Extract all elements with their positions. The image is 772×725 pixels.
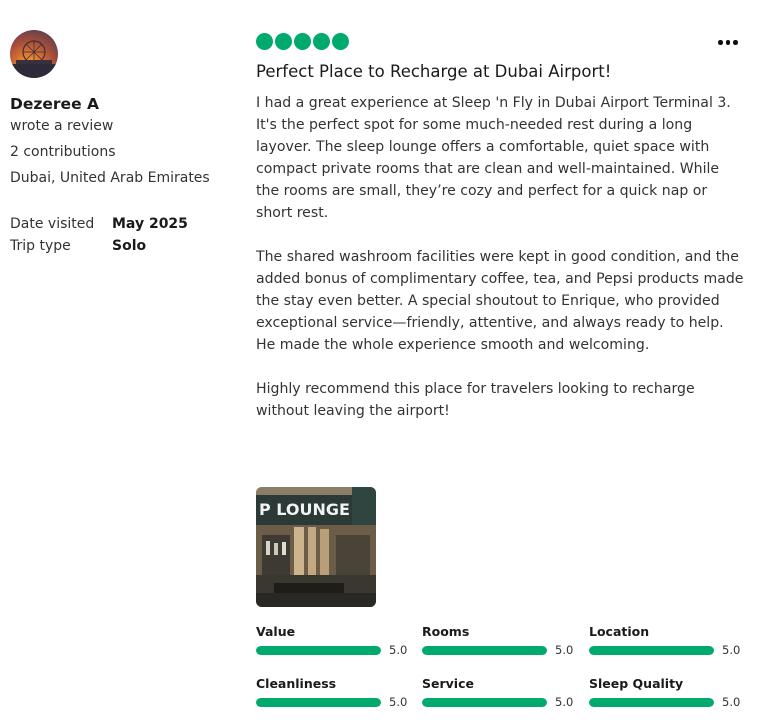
rating-score: 5.0	[722, 643, 741, 657]
review-paragraph: Highly recommend this place for traveler…	[256, 381, 695, 419]
review-photo-image: P LOUNGE	[256, 487, 376, 607]
avatar-image	[10, 40, 58, 78]
review-title[interactable]: Perfect Place to Recharge at Dubai Airpo…	[256, 62, 611, 81]
more-options-icon	[718, 40, 723, 45]
review-paragraph: The shared washroom facilities were kept…	[256, 249, 744, 353]
rating-label: Sleep Quality	[589, 676, 684, 691]
rating-score: 5.0	[389, 643, 408, 657]
rating-bar	[256, 645, 381, 655]
rating-bar-fill	[589, 645, 714, 655]
rating-label: Location	[589, 624, 650, 639]
rating-cleanliness: Cleanliness 5.0	[256, 676, 407, 709]
rating-bar	[256, 697, 381, 707]
rating-bubble-icon	[256, 33, 273, 50]
rating-service: Service 5.0	[422, 676, 573, 709]
photo-sign-text: P LOUNGE	[259, 500, 350, 519]
rating-score: 5.0	[389, 695, 408, 709]
rating-bar-fill	[422, 645, 547, 655]
rating-value: Value 5.0	[256, 624, 407, 657]
contributions-count: 2 contributions	[10, 144, 116, 160]
rating-sleep-quality: Sleep Quality 5.0	[589, 676, 740, 709]
date-visited-label: Date visited	[10, 216, 95, 232]
trip-type-value: Solo	[112, 238, 147, 254]
user-location: Dubai, United Arab Emirates	[10, 170, 210, 186]
review-action-text: wrote a review	[10, 118, 114, 134]
rating-label: Service	[422, 676, 474, 691]
review-photo[interactable]: P LOUNGE	[256, 487, 376, 607]
rating-bar-fill	[256, 697, 381, 707]
rating-bubble-icon	[332, 33, 349, 50]
review-paragraph: I had a great experience at Sleep 'n Fly…	[256, 95, 731, 221]
date-visited-value: May 2025	[112, 216, 188, 232]
rating-label: Rooms	[422, 624, 470, 639]
review-body: I had a great experience at Sleep 'n Fly…	[256, 92, 746, 444]
rating-bar	[589, 697, 714, 707]
bubble-rating	[256, 33, 349, 50]
rating-score: 5.0	[555, 695, 574, 709]
more-options-button[interactable]	[712, 29, 744, 55]
rating-location: Location 5.0	[589, 624, 740, 657]
rating-bubble-icon	[275, 33, 292, 50]
rating-bar-fill	[256, 645, 381, 655]
rating-bar-fill	[589, 697, 714, 707]
rating-label: Value	[256, 624, 296, 639]
rating-bar	[422, 697, 547, 707]
avatar[interactable]	[10, 30, 58, 78]
more-options-icon	[733, 40, 738, 45]
rating-bar-fill	[422, 697, 547, 707]
rating-bar	[422, 645, 547, 655]
rating-bar	[589, 645, 714, 655]
rating-score: 5.0	[722, 695, 741, 709]
user-name[interactable]: Dezeree A	[10, 95, 99, 113]
trip-type-label: Trip type	[10, 238, 71, 254]
more-options-icon	[725, 40, 730, 45]
rating-score: 5.0	[555, 643, 574, 657]
rating-bubble-icon	[313, 33, 330, 50]
rating-label: Cleanliness	[256, 676, 337, 691]
rating-bubble-icon	[294, 33, 311, 50]
rating-rooms: Rooms 5.0	[422, 624, 573, 657]
